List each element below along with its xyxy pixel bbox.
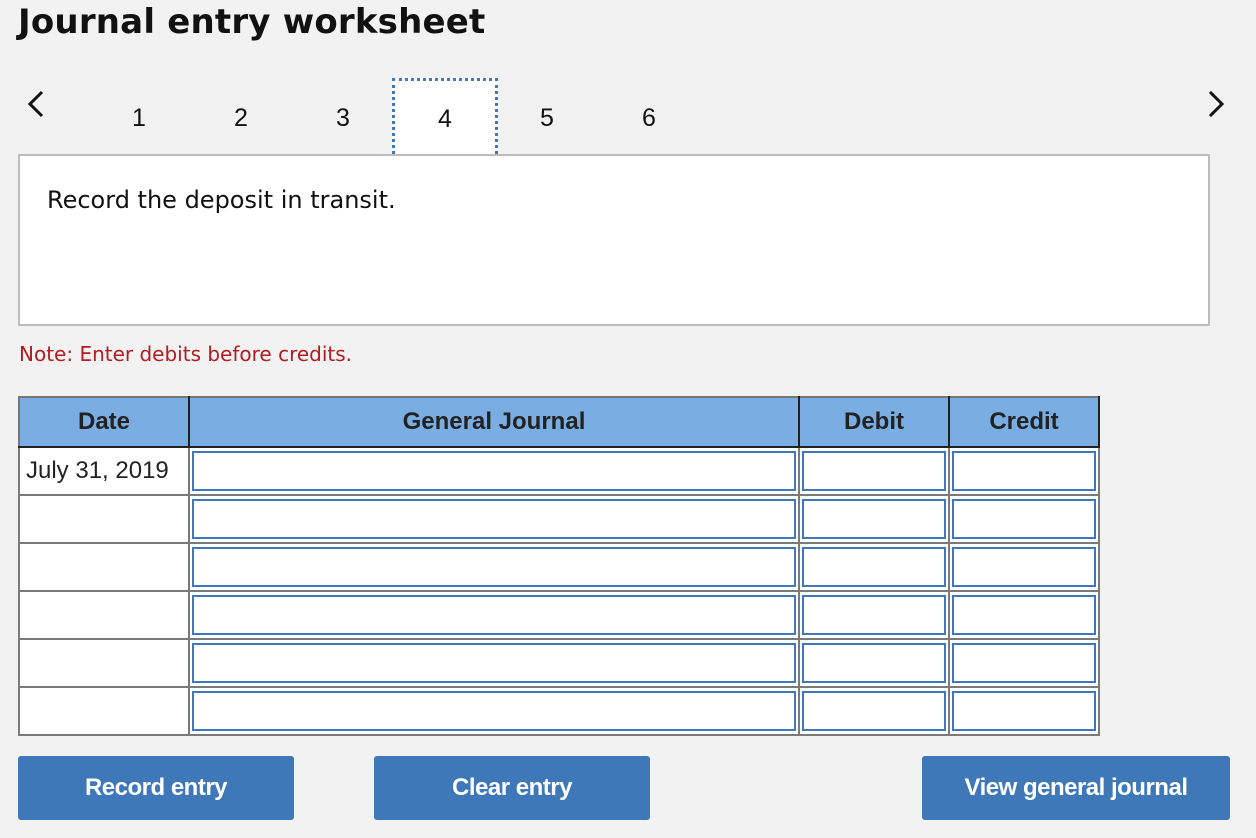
tab-4-active[interactable]: 4 — [392, 78, 498, 160]
clear-entry-button[interactable]: Clear entry — [374, 756, 650, 820]
credit-input[interactable] — [952, 691, 1096, 731]
prev-button[interactable] — [22, 88, 52, 120]
date-cell — [18, 494, 190, 544]
view-general-journal-button[interactable]: View general journal — [922, 756, 1230, 820]
account-cell — [188, 638, 800, 688]
credit-cell — [948, 494, 1100, 544]
account-cell — [188, 494, 800, 544]
chevron-left-icon — [27, 90, 44, 118]
debit-cell — [798, 542, 950, 592]
debit-input[interactable] — [802, 451, 946, 491]
header-general-journal: General Journal — [188, 396, 800, 448]
date-cell — [18, 686, 190, 736]
debit-cell — [798, 446, 950, 496]
account-cell — [188, 542, 800, 592]
debit-cell — [798, 494, 950, 544]
question-prompt-box: Record the deposit in transit. — [18, 154, 1210, 326]
credit-input[interactable] — [952, 547, 1096, 587]
credit-cell — [948, 542, 1100, 592]
credit-input[interactable] — [952, 499, 1096, 539]
table-row — [18, 638, 1100, 688]
table-row — [18, 494, 1100, 544]
journal-table: Date General Journal Debit Credit July 3… — [18, 396, 1100, 736]
account-input[interactable] — [192, 691, 796, 731]
debit-cell — [798, 638, 950, 688]
account-cell — [188, 446, 800, 496]
account-input[interactable] — [192, 595, 796, 635]
credit-cell — [948, 446, 1100, 496]
tab-1[interactable]: 1 — [88, 78, 190, 158]
tab-2[interactable]: 2 — [190, 78, 292, 158]
debit-input[interactable] — [802, 547, 946, 587]
date-cell — [18, 638, 190, 688]
prompt-text: Record the deposit in transit. — [47, 186, 396, 214]
header-debit: Debit — [798, 396, 950, 448]
debit-cell — [798, 686, 950, 736]
record-entry-button[interactable]: Record entry — [18, 756, 294, 820]
credit-cell — [948, 590, 1100, 640]
debit-input[interactable] — [802, 499, 946, 539]
tab-3[interactable]: 3 — [292, 78, 394, 158]
table-header-row: Date General Journal Debit Credit — [18, 396, 1100, 448]
next-button[interactable] — [1200, 88, 1230, 120]
chevron-right-icon — [1208, 90, 1225, 118]
tab-5[interactable]: 5 — [496, 78, 598, 158]
debit-cell — [798, 590, 950, 640]
account-cell — [188, 686, 800, 736]
account-input[interactable] — [192, 547, 796, 587]
credit-input[interactable] — [952, 595, 1096, 635]
page-title: Journal entry worksheet — [18, 2, 486, 42]
credit-cell — [948, 638, 1100, 688]
account-input[interactable] — [192, 499, 796, 539]
account-input[interactable] — [192, 643, 796, 683]
account-input[interactable] — [192, 451, 796, 491]
debit-input[interactable] — [802, 643, 946, 683]
table-row — [18, 542, 1100, 592]
debit-input[interactable] — [802, 691, 946, 731]
table-row: July 31, 2019 — [18, 446, 1100, 496]
note-text: Note: Enter debits before credits. — [19, 342, 353, 366]
table-row — [18, 686, 1100, 736]
table-row — [18, 590, 1100, 640]
date-cell: July 31, 2019 — [18, 446, 190, 496]
header-credit: Credit — [948, 396, 1100, 448]
header-date: Date — [18, 396, 190, 448]
debit-input[interactable] — [802, 595, 946, 635]
credit-input[interactable] — [952, 451, 1096, 491]
date-cell — [18, 542, 190, 592]
credit-cell — [948, 686, 1100, 736]
date-cell — [18, 590, 190, 640]
tab-6[interactable]: 6 — [598, 78, 700, 158]
credit-input[interactable] — [952, 643, 1096, 683]
account-cell — [188, 590, 800, 640]
